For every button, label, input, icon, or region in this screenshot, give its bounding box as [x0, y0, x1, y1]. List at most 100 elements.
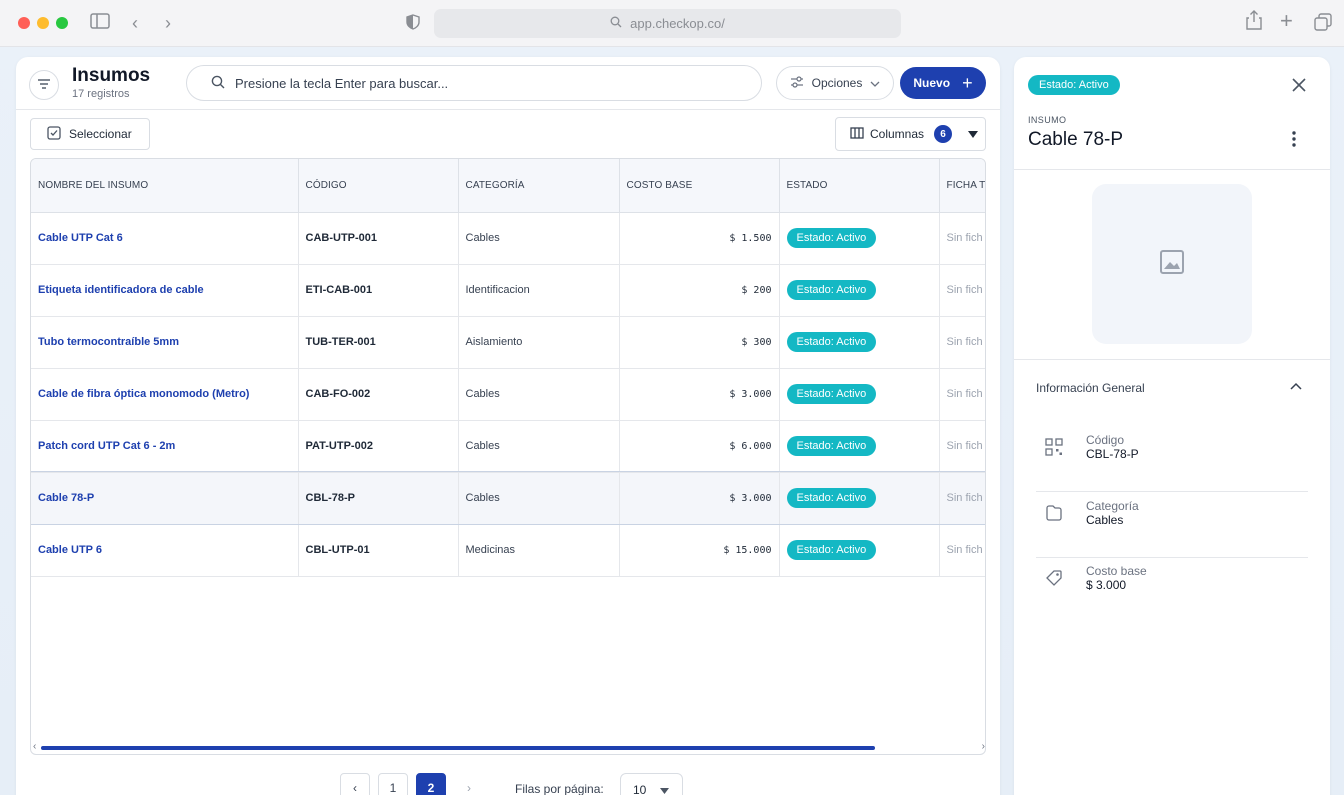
select-button[interactable]: Seleccionar [30, 118, 150, 150]
url-text: app.checkop.co/ [630, 16, 725, 31]
column-header-ficha[interactable]: FICHA T [939, 159, 985, 213]
cell-status: Estado: Activo [779, 472, 940, 525]
image-placeholder[interactable] [1092, 184, 1252, 344]
field-value: CBL-78-P [1086, 447, 1139, 461]
columns-count-badge: 6 [934, 125, 953, 143]
cell-name[interactable]: Tubo termocontraíble 5mm [31, 316, 299, 369]
table-row[interactable]: Tubo termocontraíble 5mm TUB-TER-001 Ais… [31, 316, 985, 369]
cell-code: TUB-TER-001 [298, 316, 459, 369]
section-title: Información General [1036, 381, 1145, 395]
scroll-right-icon[interactable]: › [982, 741, 985, 752]
status-badge: Estado: Activo [786, 540, 877, 560]
column-header-category[interactable]: CATEGORÍA [458, 159, 620, 213]
cell-status: Estado: Activo [779, 524, 940, 577]
columns-button[interactable]: Columnas 6 [835, 117, 986, 151]
new-button[interactable]: Nuevo + [900, 67, 986, 99]
page-1-button[interactable]: 1 [378, 773, 408, 795]
table-row[interactable]: Cable UTP 6 CBL-UTP-01 Medicinas $ 15.00… [31, 524, 985, 577]
field-key: Código [1086, 433, 1125, 447]
table-row[interactable]: Patch cord UTP Cat 6 - 2m PAT-UTP-002 Ca… [31, 420, 985, 473]
cell-category: Cables [458, 420, 620, 473]
cell-name[interactable]: Patch cord UTP Cat 6 - 2m [31, 420, 299, 473]
filter-button[interactable] [29, 70, 59, 100]
cell-name[interactable]: Etiqueta identificadora de cable [31, 264, 299, 317]
browser-toolbar: ‹ › app.checkop.co/ + [0, 0, 1344, 47]
minimize-window-button[interactable] [37, 17, 49, 29]
prev-page-button[interactable]: ‹ [340, 773, 370, 795]
page-title: Insumos [72, 65, 151, 86]
scroll-left-icon[interactable]: ‹ [33, 741, 36, 752]
close-window-button[interactable] [18, 17, 30, 29]
horizontal-scrollbar[interactable]: ‹ › [33, 741, 985, 752]
next-page-button[interactable]: › [454, 773, 484, 795]
share-icon[interactable] [1246, 10, 1262, 36]
cell-cost: $ 1.500 [619, 212, 780, 265]
search-input[interactable]: Presione la tecla Enter para buscar... [186, 65, 762, 101]
tag-icon [1044, 568, 1064, 588]
status-badge: Estado: Activo [786, 332, 877, 352]
image-icon [1159, 249, 1185, 280]
cell-category: Cables [458, 212, 620, 265]
cell-code: ETI-CAB-001 [298, 264, 459, 317]
sidebar-toggle-icon[interactable] [90, 11, 110, 35]
caret-down-icon [968, 127, 979, 141]
field-value: $ 3.000 [1086, 578, 1127, 592]
folder-icon [1044, 503, 1064, 523]
filter-icon [37, 76, 51, 94]
options-button[interactable]: Opciones [776, 66, 894, 100]
scrollbar-thumb[interactable] [41, 746, 875, 750]
search-icon [211, 75, 225, 92]
rows-per-page-label: Filas por página: [515, 782, 604, 795]
maximize-window-button[interactable] [56, 17, 68, 29]
cell-code: CAB-FO-002 [298, 368, 459, 421]
more-options-icon[interactable] [1292, 131, 1296, 151]
divider [1014, 169, 1330, 170]
cell-name[interactable]: Cable UTP 6 [31, 524, 299, 577]
divider [1036, 491, 1308, 492]
rows-per-page-select[interactable]: 10 [620, 773, 683, 795]
cell-status: Estado: Activo [779, 264, 940, 317]
column-header-name[interactable]: NOMBRE DEL INSUMO [31, 159, 299, 213]
cell-category: Cables [458, 368, 620, 421]
qr-code-icon [1044, 437, 1064, 457]
address-bar[interactable]: app.checkop.co/ [434, 9, 901, 38]
cell-name[interactable]: Cable 78-P [31, 472, 299, 525]
field-value: Cables [1086, 513, 1124, 527]
new-tab-icon[interactable]: + [1280, 9, 1293, 33]
detail-field-code: Código CBL-78-P [1036, 427, 1308, 492]
cell-code: CAB-UTP-001 [298, 212, 459, 265]
chevron-up-icon[interactable] [1290, 377, 1302, 393]
tabs-overview-icon[interactable] [1314, 13, 1332, 37]
new-label: Nuevo [913, 76, 951, 90]
page-2-button[interactable]: 2 [416, 773, 446, 795]
table-row[interactable]: Etiqueta identificadora de cable ETI-CAB… [31, 264, 985, 317]
cell-status: Estado: Activo [779, 212, 940, 265]
cell-status: Estado: Activo [779, 316, 940, 369]
cell-name[interactable]: Cable de fibra óptica monomodo (Metro) [31, 368, 299, 421]
table-row[interactable]: Cable de fibra óptica monomodo (Metro) C… [31, 368, 985, 421]
field-key: Costo base [1086, 564, 1147, 578]
back-icon[interactable]: ‹ [132, 11, 138, 35]
plus-icon: + [962, 73, 973, 93]
options-label: Opciones [811, 76, 863, 90]
cell-name[interactable]: Cable UTP Cat 6 [31, 212, 299, 265]
close-icon[interactable] [1292, 75, 1306, 97]
cell-cost: $ 3.000 [619, 368, 780, 421]
chevron-down-icon [870, 76, 880, 90]
column-header-status[interactable]: ESTADO [779, 159, 940, 213]
status-badge: Estado: Activo [786, 280, 877, 300]
cell-category: Cables [458, 472, 620, 525]
cell-code: CBL-UTP-01 [298, 524, 459, 577]
column-header-cost[interactable]: COSTO BASE [619, 159, 780, 213]
cell-ficha: Sin fich [939, 264, 985, 317]
cell-ficha: Sin fich [939, 368, 985, 421]
search-icon [610, 16, 622, 31]
status-badge: Estado: Activo [1028, 75, 1120, 95]
table-row-selected[interactable]: Cable 78-P CBL-78-P Cables $ 3.000 Estad… [31, 471, 985, 525]
table-row[interactable]: Cable UTP Cat 6 CAB-UTP-001 Cables $ 1.5… [31, 212, 985, 265]
insumos-list-card: Insumos 17 registros Presione la tecla E… [16, 57, 1000, 795]
column-header-code[interactable]: CÓDIGO [298, 159, 459, 213]
privacy-shield-icon[interactable] [406, 12, 420, 36]
forward-icon[interactable]: › [165, 11, 171, 35]
insumos-table: NOMBRE DEL INSUMO CÓDIGO CATEGORÍA COSTO… [30, 158, 986, 755]
